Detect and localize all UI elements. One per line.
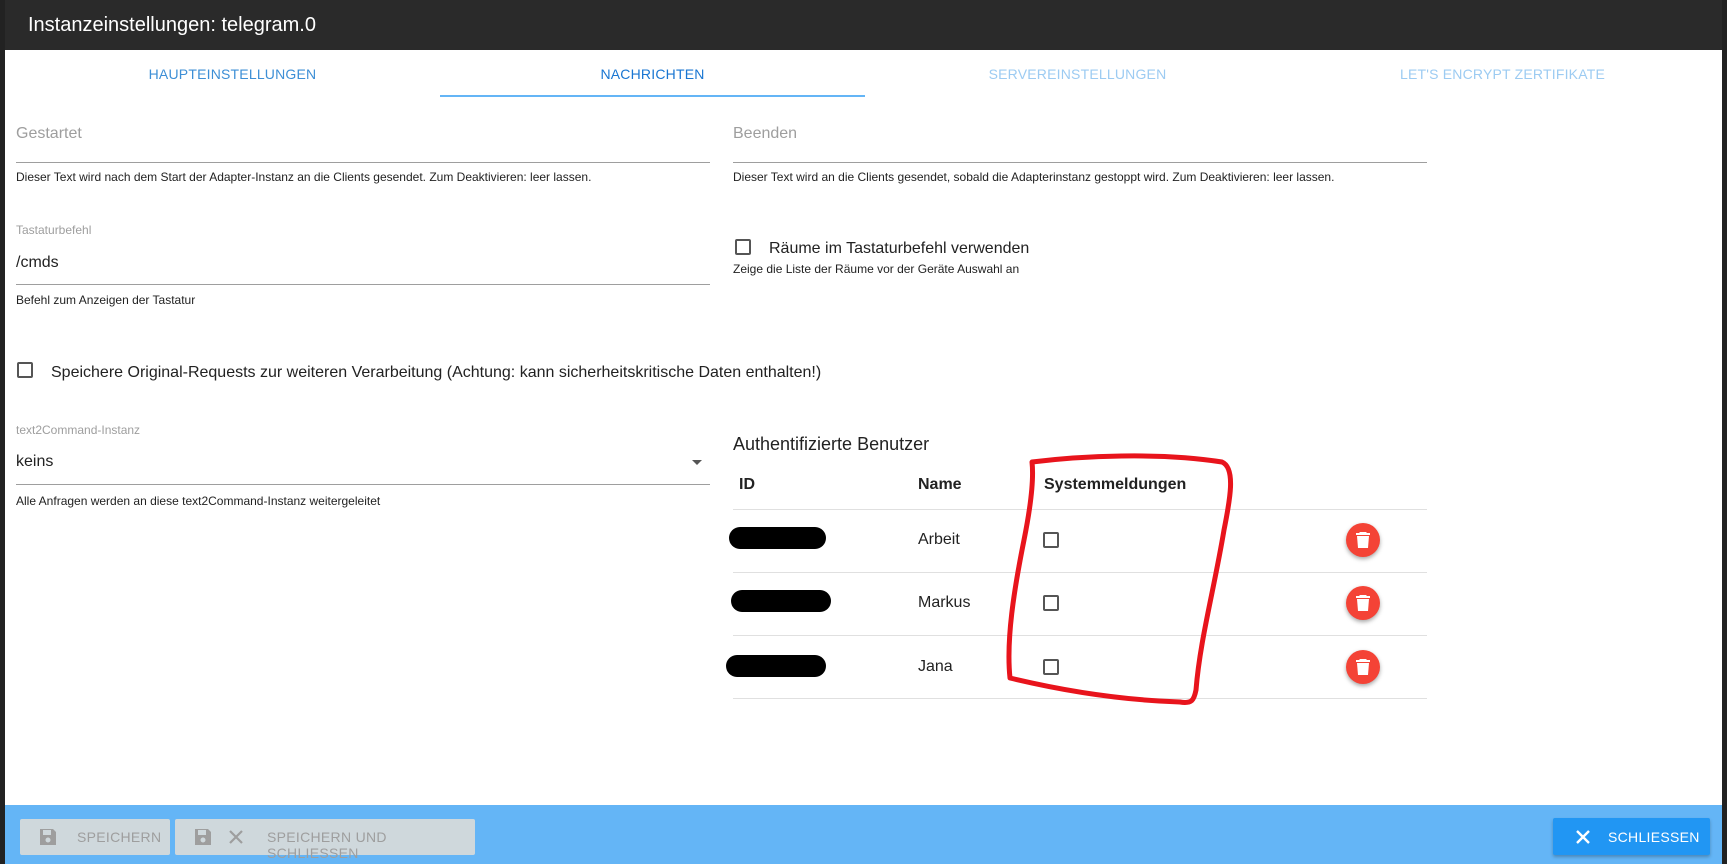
red-annotation-outline [1006,453,1234,705]
text2command-underline [16,484,710,485]
beenden-label: Beenden [733,125,798,142]
text2command-helper: Alle Anfragen werden an diese text2Comma… [16,494,381,508]
redacted-id [731,590,831,612]
close-icon [1576,830,1590,844]
trash-icon [1356,532,1370,548]
tastaturbefehl-label: Tastaturbefehl [16,223,92,237]
delete-button-markus[interactable] [1346,586,1380,620]
text2command-label: text2Command-Instanz [16,423,141,437]
save-and-close-label: SPEICHERN UND SCHLIESSEN [267,829,387,861]
window-title: Instanzeinstellungen: telegram.0 [28,14,316,36]
raeume-checkbox[interactable] [735,239,751,255]
tab-lets-encrypt[interactable]: LET'S ENCRYPT ZERTIFIKATE [1290,50,1715,98]
footer-bar: SPEICHERN SPEICHERN UND SCHLIESSEN SCHLI… [5,805,1722,864]
tab-haupteinstellungen[interactable]: HAUPTEINSTELLUNGEN [20,50,445,98]
system-checkbox-jana[interactable] [1043,659,1059,675]
window-titlebar: Instanzeinstellungen: telegram.0 [0,0,1727,50]
row-divider [733,635,1427,636]
window-frame-right [1722,50,1727,864]
tastaturbefehl-underline [16,284,710,285]
tab-bar: HAUPTEINSTELLUNGEN NACHRICHTEN SERVEREIN… [5,50,1722,98]
beenden-helper: Dieser Text wird an die Clients gesendet… [733,170,1335,184]
redacted-id [726,655,826,677]
save-button[interactable]: SPEICHERN [20,819,170,855]
floppy-disk-icon [40,829,56,845]
gestartet-helper: Dieser Text wird nach dem Start der Adap… [16,170,592,184]
gestartet-input[interactable] [16,162,710,163]
close-icon [229,830,243,844]
tastaturbefehl-input[interactable]: /cmds [16,254,59,272]
original-requests-label: Speichere Original-Requests zur weiteren… [51,364,822,381]
delete-button-arbeit[interactable] [1346,523,1380,557]
text2command-select[interactable]: keins [16,453,53,471]
original-requests-checkbox[interactable] [17,362,33,378]
gestartet-label: Gestartet [16,125,82,142]
save-button-label: SPEICHERN [77,829,162,845]
tab-servereinstellungen[interactable]: SERVEREINSTELLUNGEN [865,50,1290,98]
users-title: Authentifizierte Benutzer [733,434,930,454]
tab-nachrichten[interactable]: NACHRICHTEN [440,50,865,98]
delete-button-jana[interactable] [1346,650,1380,684]
active-tab-indicator [440,95,865,97]
raeume-helper: Zeige die Liste der Räume vor der Geräte… [733,262,1020,276]
save-and-close-button[interactable]: SPEICHERN UND SCHLIESSEN [175,819,475,861]
header-divider [733,509,1427,510]
user-name-jana: Jana [918,658,953,675]
redacted-id [729,527,826,549]
close-button-label: SCHLIESSEN [1608,829,1700,845]
floppy-disk-icon [195,829,211,845]
chevron-down-icon[interactable] [692,460,702,465]
trash-icon [1356,659,1370,675]
user-name-arbeit: Arbeit [918,531,960,548]
system-checkbox-markus[interactable] [1043,595,1059,611]
window-frame-left [0,50,5,864]
close-button[interactable]: SCHLIESSEN [1553,818,1710,855]
column-id: ID [739,476,755,493]
user-name-markus: Markus [918,594,971,611]
trash-icon [1356,595,1370,611]
column-name: Name [918,476,962,493]
system-checkbox-arbeit[interactable] [1043,532,1059,548]
row-divider [733,698,1427,699]
row-divider [733,572,1427,573]
beenden-input[interactable] [733,162,1427,163]
column-systemmeldungen: Systemmeldungen [1044,476,1187,493]
tastaturbefehl-helper: Befehl zum Anzeigen der Tastatur [16,293,196,307]
raeume-label: Räume im Tastaturbefehl verwenden [769,240,1030,257]
